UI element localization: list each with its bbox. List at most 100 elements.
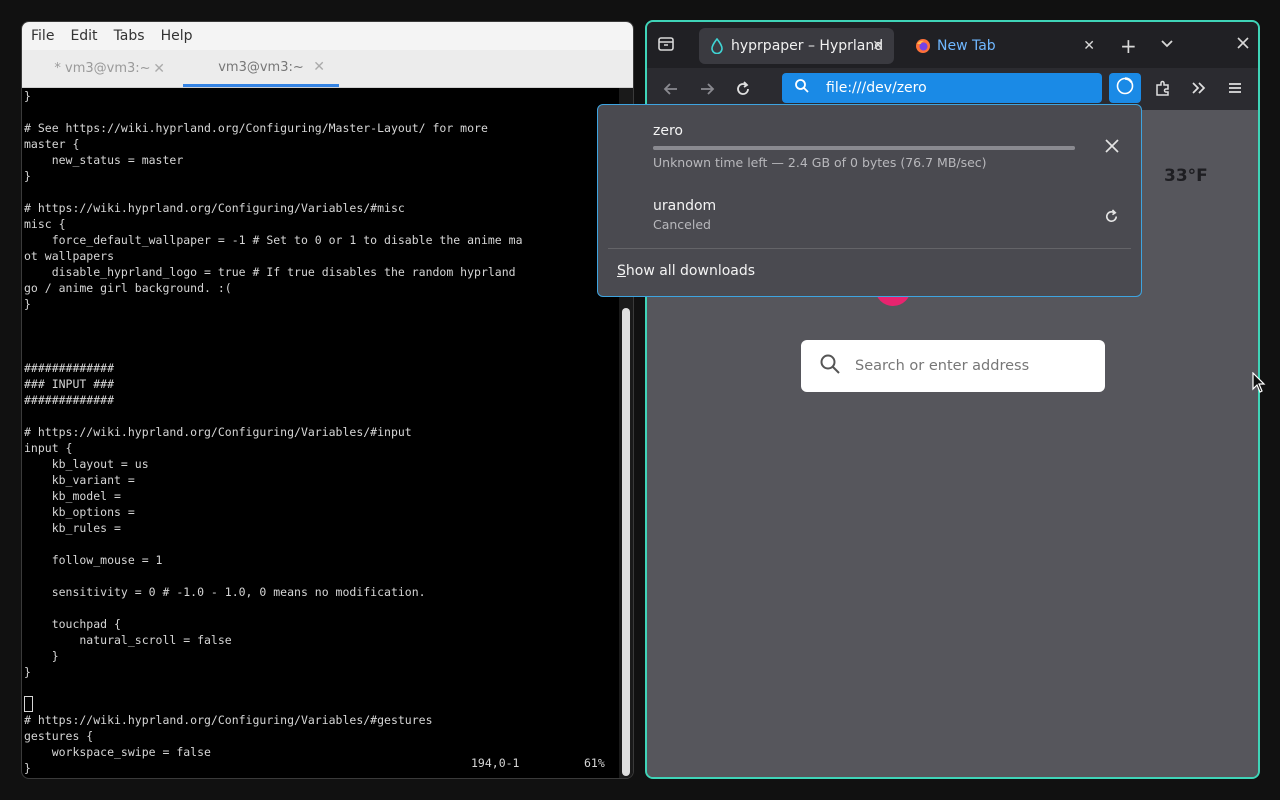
terminal-line: # See https://wiki.hyprland.org/Configur… — [24, 121, 488, 135]
access-key-letter: S — [617, 263, 626, 279]
download-status: Canceled — [653, 217, 711, 232]
search-icon — [819, 353, 841, 379]
terminal-tab-1[interactable]: * vm3@vm3:~ ✕ — [26, 50, 179, 87]
terminal-line: } — [24, 297, 31, 311]
terminal-line: } — [24, 649, 59, 663]
download-filename: urandom — [653, 198, 717, 214]
chevron-down-icon[interactable] — [1159, 35, 1175, 55]
mouse-pointer-icon — [1252, 371, 1266, 398]
menu-help[interactable]: Help — [153, 28, 201, 44]
terminal-line: kb_options = — [24, 505, 135, 519]
terminal-tabbar: * vm3@vm3:~ ✕ vm3@vm3:~ ✕ — [22, 50, 633, 88]
terminal-line: } — [24, 169, 31, 183]
terminal-window[interactable]: File Edit Tabs Help * vm3@vm3:~ ✕ vm3@vm… — [21, 21, 634, 779]
terminal-line: misc { — [24, 217, 66, 231]
terminal-output[interactable]: } # See https://wiki.hyprland.org/Configu… — [22, 88, 619, 778]
download-item-urandom[interactable]: urandom Canceled — [653, 198, 1121, 232]
terminal-line: new_status = master — [24, 153, 184, 167]
close-icon[interactable]: ✕ — [1083, 38, 1095, 54]
close-icon[interactable]: ✕ — [153, 61, 165, 77]
extensions-puzzle-icon[interactable] — [1154, 79, 1172, 101]
terminal-tab-label: * vm3@vm3:~ — [54, 61, 151, 76]
terminal-line: force_default_wallpaper = -1 # Set to 0 … — [24, 233, 523, 247]
menu-tabs[interactable]: Tabs — [106, 28, 153, 44]
terminal-line: natural_scroll = false — [24, 633, 232, 647]
address-bar[interactable]: file:///dev/zero — [782, 73, 1102, 103]
terminal-line: kb_model = — [24, 489, 121, 503]
show-all-label: how all downloads — [625, 263, 756, 279]
window-close-icon[interactable] — [1236, 35, 1250, 54]
search-icon — [794, 78, 810, 98]
terminal-line: gestures { — [24, 729, 94, 743]
terminal-tab-2[interactable]: vm3@vm3:~ ✕ — [183, 50, 339, 87]
terminal-cursor-line — [24, 696, 619, 712]
close-icon[interactable]: ✕ — [872, 38, 884, 54]
browser-tabbar: hyprpaper – Hyprland ✕ New Tab ✕ + — [647, 22, 1258, 68]
downloads-button[interactable] — [1109, 73, 1141, 103]
scroll-percent: 61% — [584, 756, 605, 770]
download-progress-fill — [653, 146, 1075, 150]
url-text: file:///dev/zero — [826, 80, 927, 96]
terminal-line: go / anime girl background. :( — [24, 281, 232, 295]
terminal-line: ot wallpapers — [24, 249, 115, 263]
forward-arrow-icon[interactable] — [698, 80, 716, 102]
firefox-icon — [915, 38, 931, 54]
show-all-downloads-button[interactable]: Show all downloads — [617, 263, 755, 279]
terminal-line: master { — [24, 137, 80, 151]
text-cursor — [24, 696, 33, 712]
terminal-tab-label: vm3@vm3:~ — [218, 59, 304, 75]
terminal-line: # https://wiki.hyprland.org/Configuring/… — [24, 425, 412, 439]
menu-edit[interactable]: Edit — [62, 28, 105, 44]
terminal-line: kb_rules = — [24, 521, 121, 535]
scrollbar-thumb[interactable] — [622, 308, 630, 776]
close-icon[interactable] — [1104, 138, 1120, 158]
download-status: Unknown time left — 2.4 GB of 0 bytes (7… — [653, 155, 987, 170]
weather-temperature[interactable]: 33°F — [1164, 166, 1208, 186]
search-input[interactable]: Search or enter address — [801, 340, 1105, 392]
close-icon[interactable]: ✕ — [313, 59, 325, 75]
terminal-line: } — [24, 89, 31, 103]
download-status-row: Unknown time left — 2.4 GB of 0 bytes (7… — [653, 155, 1121, 170]
terminal-line: input { — [24, 441, 73, 455]
downloads-panel[interactable]: zero Unknown time left — 2.4 GB of 0 byt… — [597, 104, 1142, 297]
new-tab-plus-icon[interactable]: + — [1120, 34, 1137, 58]
overflow-chevrons-icon[interactable] — [1190, 79, 1208, 101]
divider — [608, 248, 1131, 249]
terminal-line: touchpad { — [24, 617, 121, 631]
search-placeholder: Search or enter address — [855, 358, 1030, 374]
cursor-position: 194,0-1 — [471, 756, 520, 770]
tab-label: New Tab — [937, 38, 996, 54]
vim-statusline: 194,0-1 61% — [22, 756, 619, 772]
terminal-line: # https://wiki.hyprland.org/Configuring/… — [24, 201, 405, 215]
download-progress-icon — [1115, 76, 1135, 100]
reload-icon[interactable] — [734, 80, 752, 102]
retry-icon[interactable] — [1103, 208, 1120, 229]
terminal-line: ############# — [24, 361, 115, 375]
terminal-line: kb_variant = — [24, 473, 135, 487]
tab-overview-icon[interactable] — [657, 35, 675, 57]
tab-hyprpaper[interactable]: hyprpaper – Hyprland ✕ — [699, 28, 894, 64]
tab-new-tab[interactable]: New Tab ✕ — [905, 28, 1105, 64]
terminal-line: kb_layout = us — [24, 457, 149, 471]
download-item-zero[interactable]: zero — [653, 123, 1121, 139]
back-arrow-icon[interactable] — [662, 80, 680, 102]
terminal-line: follow_mouse = 1 — [24, 553, 163, 567]
download-filename: zero — [653, 123, 683, 139]
terminal-line: sensitivity = 0 # -1.0 - 1.0, 0 means no… — [24, 585, 426, 599]
hamburger-menu-icon[interactable] — [1226, 79, 1244, 101]
terminal-menubar: File Edit Tabs Help — [22, 22, 633, 50]
terminal-line: # https://wiki.hyprland.org/Configuring/… — [24, 713, 433, 727]
terminal-line: disable_hyprland_logo = true # If true d… — [24, 265, 516, 279]
terminal-line: ### INPUT ### — [24, 377, 115, 391]
terminal-line: } — [24, 665, 31, 679]
menu-file[interactable]: File — [22, 28, 62, 44]
